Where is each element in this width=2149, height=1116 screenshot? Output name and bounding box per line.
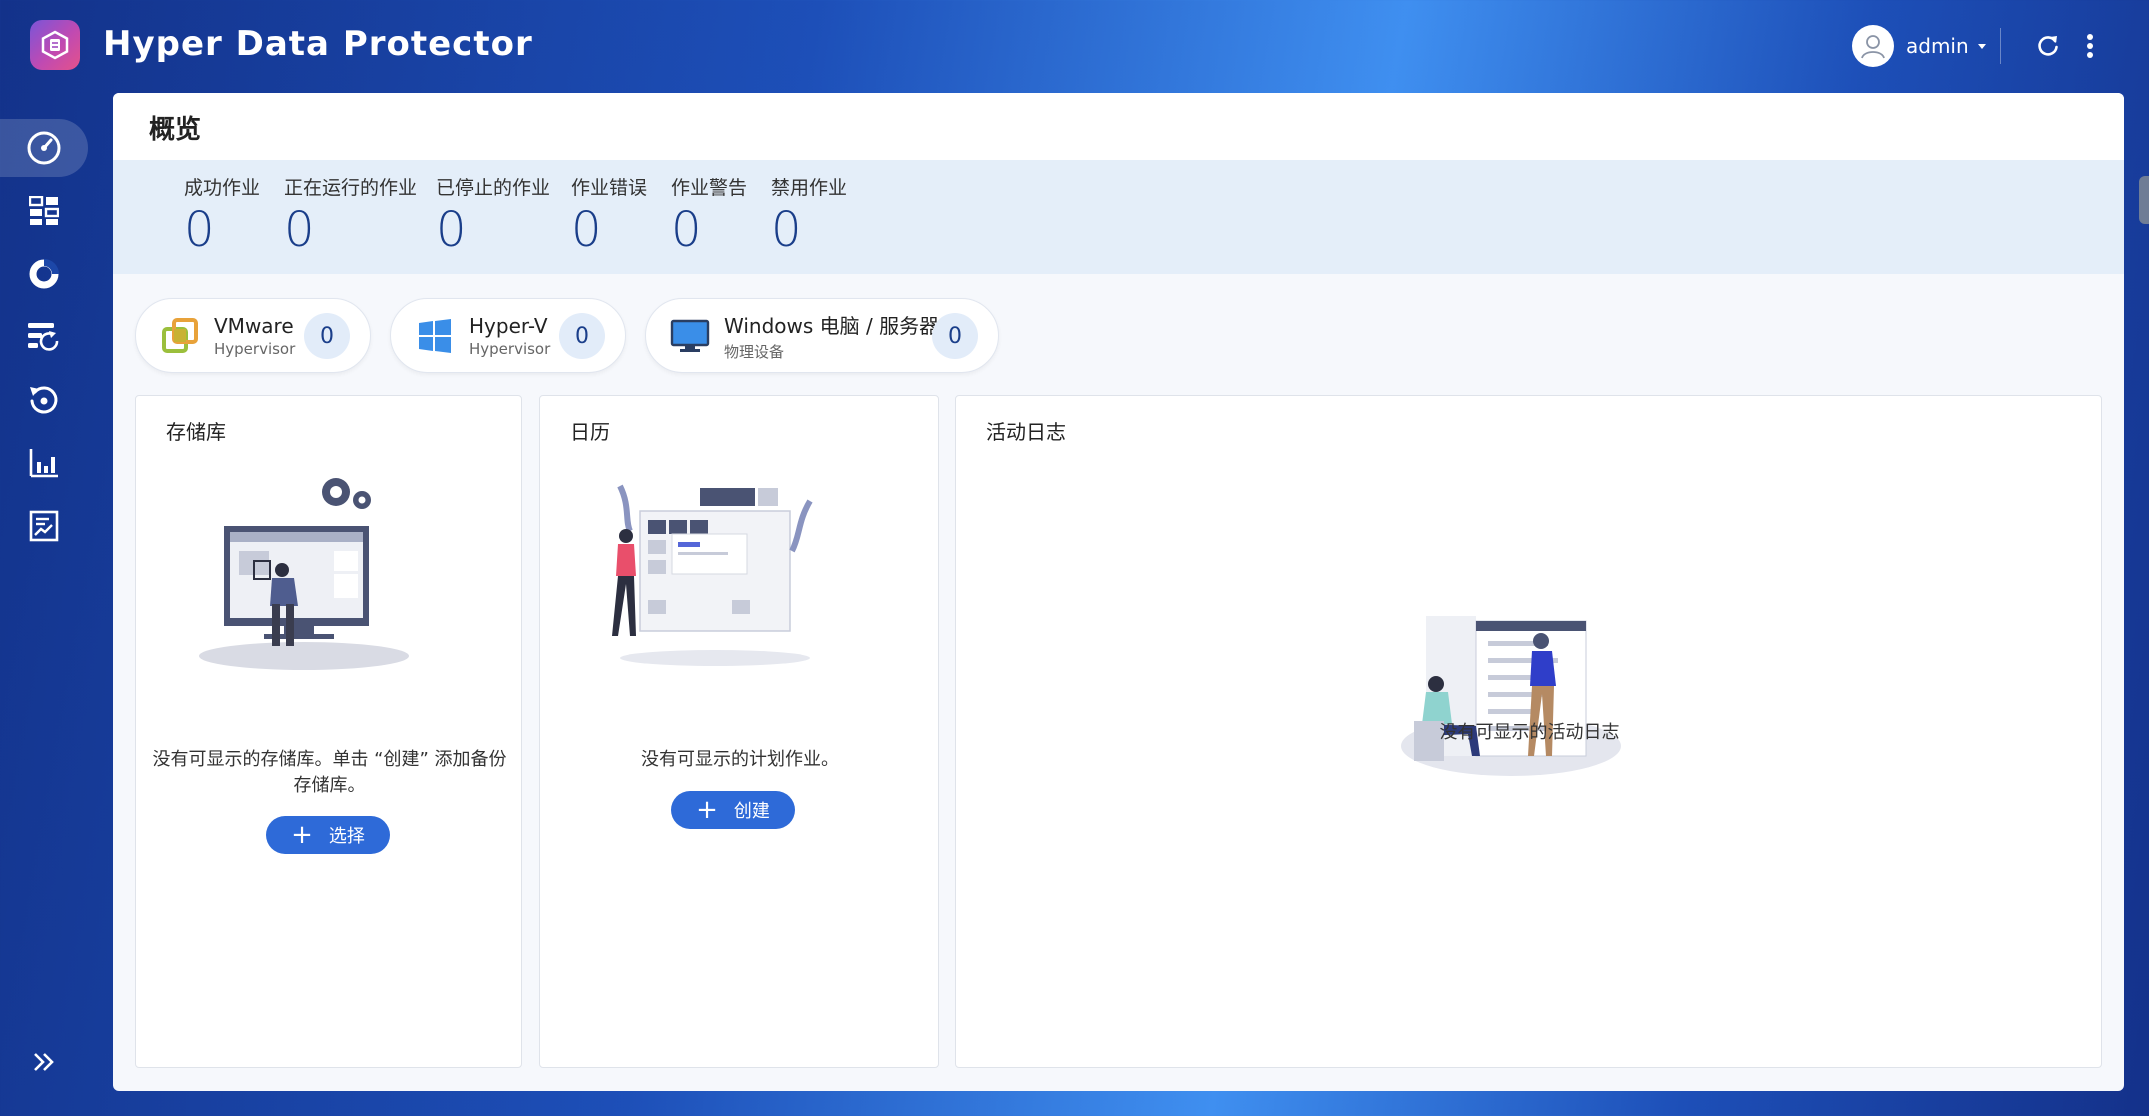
sidebar-item-logs[interactable] [0,497,88,555]
app-logo-icon [30,20,80,70]
top-bar: Hyper Data Protector admin [0,0,2149,92]
card-title: 日历 [570,420,610,444]
more-vertical-icon [2087,34,2093,58]
user-menu[interactable]: admin [1852,25,1987,67]
stat-value: 0 [436,202,467,258]
stat-value: 0 [184,202,215,258]
message-line: 存储库。 [293,775,366,796]
storage-pie-icon [29,259,59,289]
sidebar-item-backup[interactable] [0,308,88,366]
plus-icon: + [696,795,718,825]
platform-title: Windows 电脑 / 服务器 [724,313,940,338]
stat-stopped-jobs[interactable]: 已停止的作业 0 [436,173,550,254]
windows-icon [415,316,455,356]
button-label: 创建 [733,801,770,822]
stat-job-warnings[interactable]: 作业警告 0 [671,173,747,254]
page-header: 概览 [113,93,2124,160]
sidebar [0,92,112,1116]
plus-icon: + [291,820,313,850]
job-stats-bar: 成功作业 0 正在运行的作业 0 已停止的作业 0 作业错误 0 作业警告 0 … [113,160,2124,274]
platform-subtitle: Hypervisor [214,339,296,358]
stat-value: 0 [284,202,315,258]
platform-vmware[interactable]: VMware Hypervisor 0 [135,298,371,373]
sidebar-item-apps[interactable] [0,182,88,240]
stat-label: 作业错误 [571,177,648,199]
stat-running-jobs[interactable]: 正在运行的作业 0 [284,173,417,254]
stat-label: 正在运行的作业 [284,177,418,199]
more-options-button[interactable] [2072,28,2108,64]
platform-windows-pc[interactable]: Windows 电脑 / 服务器 物理设备 0 [645,298,999,373]
platform-subtitle: 物理设备 [724,342,785,361]
dashboard-gauge-icon [27,131,61,165]
double-chevron-right-icon [34,1053,54,1071]
chevron-down-icon [1977,42,1987,50]
stat-label: 已停止的作业 [436,177,551,199]
button-label: 选择 [328,826,365,847]
platform-count-badge: 0 [932,313,978,359]
calendar-card: 日历 没有可显示的计划作业。 + 创建 [539,395,939,1068]
side-scroll-handle[interactable] [2139,176,2149,224]
stat-label: 作业警告 [671,177,748,199]
monitor-icon [670,316,710,356]
user-icon [1861,35,1885,59]
backup-jobs-icon [28,323,59,351]
calendar-illustration [612,484,813,666]
calendar-empty-message: 没有可显示的计划作业。 [641,749,839,770]
user-name: admin [1906,34,1969,58]
stat-value: 0 [771,202,802,258]
repository-empty-message: 没有可显示的存储库。单击 “创建” 添加备份 存储库。 [146,747,513,799]
stat-disabled-jobs[interactable]: 禁用作业 0 [771,173,847,254]
sidebar-item-reports[interactable] [0,434,88,492]
divider [2000,28,2001,64]
expand-sidebar-button[interactable] [22,1040,66,1084]
vmware-icon [160,316,200,356]
message-line: 没有可显示的存储库。单击 “创建” 添加备份 [152,749,507,770]
stat-label: 禁用作业 [771,177,848,199]
activity-log-card: 活动日志 没有可显示的活动日志 [955,395,2102,1068]
card-title: 活动日志 [986,420,1066,444]
platform-title: Hyper-V [469,313,548,338]
stat-value: 0 [571,202,602,258]
select-repository-button[interactable]: + 选择 [266,816,390,854]
platform-title: VMware [214,313,294,338]
platform-count-badge: 0 [304,313,350,359]
repository-card: 存储库 没有可显示的存储库。单击 “创建” 添加备份 存储库。 + 选择 [135,395,522,1068]
stat-successful-jobs[interactable]: 成功作业 0 [184,173,260,254]
platform-count-badge: 0 [559,313,605,359]
restore-icon [30,386,58,414]
activity-log-empty-message: 没有可显示的活动日志 [1439,722,1620,743]
avatar [1852,25,1894,67]
refresh-icon [2038,36,2058,56]
refresh-button[interactable] [2030,28,2066,64]
sidebar-item-overview[interactable] [0,119,88,177]
app-title: Hyper Data Protector [103,24,533,64]
card-title: 存储库 [166,420,226,444]
grid-apps-icon [29,196,59,225]
stat-label: 成功作业 [184,177,261,199]
activity-log-illustration [1401,616,1621,776]
stat-job-errors[interactable]: 作业错误 0 [571,173,647,254]
main-panel: 概览 成功作业 0 正在运行的作业 0 已停止的作业 0 作业错误 0 作业警告… [113,93,2124,1091]
page-title: 概览 [149,115,202,145]
repository-illustration [199,478,409,670]
create-schedule-button[interactable]: + 创建 [671,791,795,829]
report-chart-icon [29,449,58,478]
stat-value: 0 [671,202,702,258]
platform-hyper-v[interactable]: Hyper-V Hypervisor 0 [390,298,626,373]
log-document-icon [29,510,59,542]
sidebar-item-restore[interactable] [0,371,88,429]
sidebar-item-storage[interactable] [0,245,88,303]
platform-subtitle: Hypervisor [469,339,551,358]
